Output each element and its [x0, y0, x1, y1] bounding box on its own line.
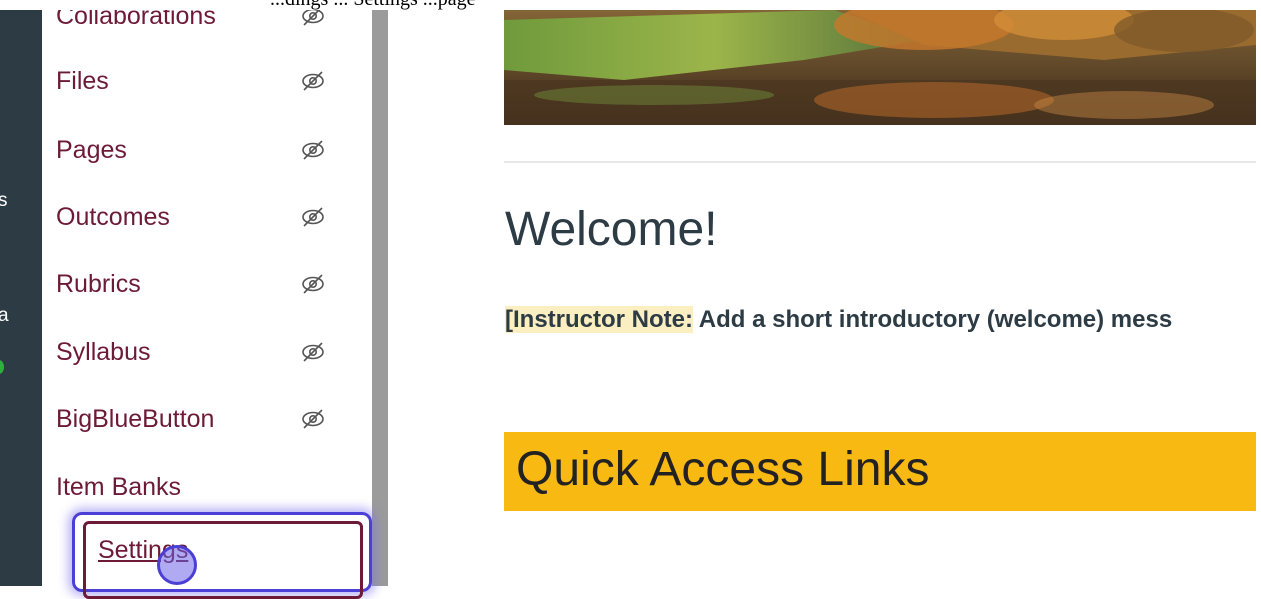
- eye-hidden-icon: [302, 207, 324, 227]
- global-nav-fragment[interactable]: a: [0, 305, 9, 327]
- instructor-note: [Instructor Note: Add a short introducto…: [505, 306, 1257, 334]
- status-indicator: [0, 360, 4, 374]
- nav-item-label: Syllabus: [56, 337, 151, 366]
- course-banner-image: [504, 0, 1256, 125]
- content-divider: [504, 161, 1256, 163]
- eye-hidden-icon: [302, 274, 324, 294]
- quick-access-links-heading: Quick Access Links: [516, 443, 930, 496]
- global-nav: s a: [0, 0, 42, 586]
- eye-hidden-icon: [302, 140, 324, 160]
- eye-hidden-icon: [302, 409, 324, 429]
- top-caption: ...dings ... Settings ...page: [270, 0, 476, 10]
- nav-item-item-banks[interactable]: Item Banks: [56, 467, 326, 507]
- nav-item-label: Files: [56, 66, 109, 95]
- top-caption-strip: ...dings ... Settings ...page: [0, 0, 1261, 10]
- nav-item-label: Pages: [56, 135, 127, 164]
- nav-item-label: Item Banks: [56, 472, 182, 501]
- nav-item-label: BigBlueButton: [56, 404, 215, 433]
- click-cursor-indicator: [157, 545, 197, 585]
- nav-item-label: Outcomes: [56, 202, 170, 231]
- nav-item-bigbluebutton[interactable]: BigBlueButton: [56, 399, 326, 439]
- nav-item-rubrics[interactable]: Rubrics: [56, 264, 326, 304]
- quick-access-links-banner: Quick Access Links: [504, 432, 1256, 511]
- global-nav-fragment[interactable]: s: [0, 190, 8, 212]
- eye-hidden-icon: [302, 342, 324, 362]
- instructor-note-label: [Instructor Note:: [505, 306, 693, 333]
- right-edge: [1256, 0, 1261, 586]
- instructor-note-text: Add a short introductory (welcome) mess: [693, 306, 1173, 333]
- eye-hidden-icon: [302, 71, 324, 91]
- course-nav-scrollbar[interactable]: [372, 0, 388, 586]
- nav-item-files[interactable]: Files: [56, 61, 326, 101]
- nav-item-label: Rubrics: [56, 269, 141, 298]
- nav-item-pages[interactable]: Pages: [56, 130, 326, 170]
- nav-item-outcomes[interactable]: Outcomes: [56, 197, 326, 237]
- welcome-heading: Welcome!: [505, 203, 718, 256]
- nav-item-syllabus[interactable]: Syllabus: [56, 332, 326, 372]
